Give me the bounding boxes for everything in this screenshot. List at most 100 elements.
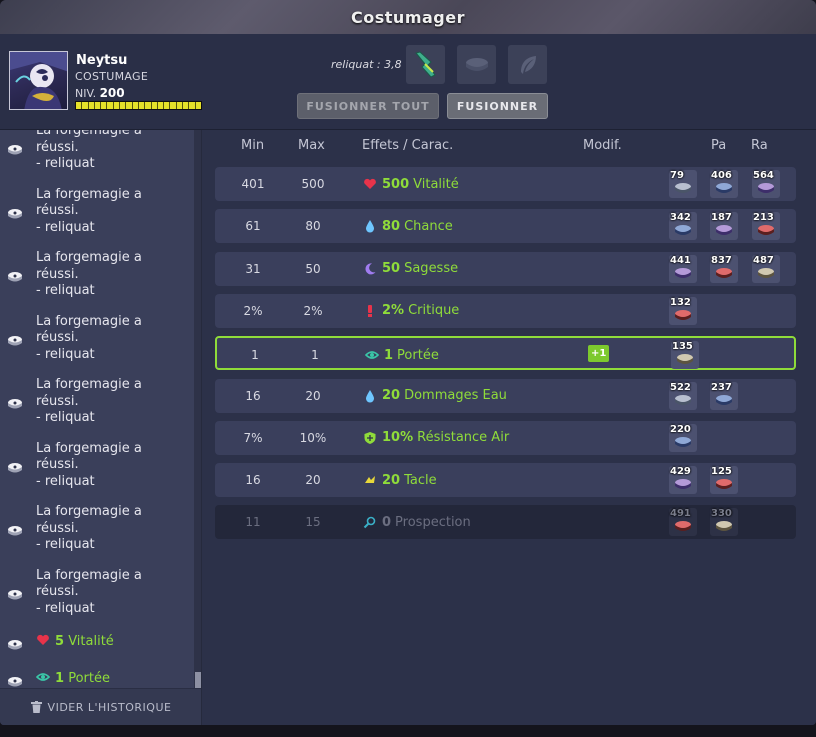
water-drop-icon bbox=[363, 219, 377, 233]
history-stat-text: 5 Vitalité bbox=[36, 633, 114, 651]
history-message: La forgemagie a réussi. - reliquat bbox=[36, 250, 142, 298]
history-message: La forgemagie a réussi. - reliquat bbox=[36, 186, 142, 235]
history-stat-name: Portée bbox=[68, 671, 110, 686]
table-row[interactable]: 61 80 80 Chance 342 187 213 bbox=[215, 209, 796, 244]
rune-count: 125 bbox=[711, 466, 732, 478]
potion-slot[interactable] bbox=[508, 45, 547, 84]
rune-count: 237 bbox=[711, 381, 732, 393]
rune-count: 429 bbox=[670, 466, 691, 478]
clear-history-button[interactable]: VIDER L'HISTORIQUE bbox=[0, 688, 201, 725]
rune-count: 135 bbox=[672, 341, 693, 353]
effect-name: Prospection bbox=[395, 514, 471, 530]
effect-value: 2% bbox=[382, 303, 405, 319]
rune-button[interactable]: 220 bbox=[669, 423, 697, 452]
table-row[interactable]: 7% 10% 10% Résistance Air 220 bbox=[215, 420, 796, 455]
table-row[interactable]: 1 1 1 Portée +1 135 bbox=[215, 336, 796, 371]
rune-icon bbox=[6, 459, 24, 472]
rune-button[interactable]: 132 bbox=[669, 296, 697, 325]
col-pa: Pa bbox=[711, 138, 727, 153]
character-name: Neytsu bbox=[76, 53, 128, 68]
rune-count: 491 bbox=[670, 508, 691, 520]
rune-button[interactable]: 187 bbox=[710, 212, 738, 241]
rune-icon bbox=[6, 141, 24, 155]
col-modif: Modif. bbox=[583, 138, 622, 153]
rune-button[interactable]: 487 bbox=[752, 254, 780, 283]
rune-icon bbox=[6, 205, 24, 218]
max-value: 10% bbox=[299, 430, 327, 445]
item-slot-weapon[interactable] bbox=[406, 45, 445, 84]
rune-button[interactable]: 837 bbox=[710, 254, 738, 283]
rune-count: 522 bbox=[670, 381, 691, 393]
history-item: La forgemagie a réussi. - reliquat bbox=[0, 245, 194, 309]
modif-badge: +1 bbox=[588, 345, 610, 363]
table-row[interactable]: 2% 2% 2% Critique 132 bbox=[215, 293, 796, 328]
heart-icon bbox=[36, 633, 50, 647]
rune-button[interactable]: 491 bbox=[669, 508, 697, 537]
history-item: La forgemagie a réussi. - reliquat bbox=[0, 182, 194, 246]
table-row[interactable]: 16 20 20 Dommages Eau 522 237 bbox=[215, 378, 796, 413]
character-level: NIV. 200 bbox=[75, 86, 125, 100]
rune-button[interactable]: 406 bbox=[710, 170, 738, 198]
effect-value: 500 bbox=[382, 176, 410, 192]
effect-value: 1 bbox=[384, 347, 394, 363]
effect-name: Portée bbox=[397, 347, 439, 363]
effect-name: Résistance Air bbox=[417, 430, 510, 446]
rune-button[interactable]: 79 bbox=[669, 170, 697, 198]
rune-count: 342 bbox=[670, 212, 691, 224]
max-value: 80 bbox=[305, 219, 321, 234]
effect-name: Sagesse bbox=[404, 261, 459, 277]
effect-value: 80 bbox=[382, 218, 401, 234]
merge-button[interactable]: FUSIONNER bbox=[447, 93, 548, 119]
rune-button[interactable]: 213 bbox=[752, 212, 780, 241]
rune-button[interactable]: 342 bbox=[669, 212, 697, 241]
effect-cell: 80 Chance bbox=[363, 209, 453, 243]
history-message: La forgemagie a réussi. - reliquat bbox=[36, 130, 142, 171]
scrollbar-thumb[interactable] bbox=[195, 672, 201, 688]
rune-icon bbox=[6, 586, 24, 599]
xp-progress-bar bbox=[75, 101, 202, 110]
history-item: La forgemagie a réussi. - reliquat bbox=[0, 130, 194, 182]
table-row[interactable]: 401 500 500 Vitalité 79 406 564 bbox=[215, 167, 796, 201]
rune-slot[interactable] bbox=[457, 45, 496, 84]
reliquat-label: reliquat : 3,8 bbox=[331, 58, 402, 71]
merge-all-button[interactable]: FUSIONNER TOUT bbox=[297, 93, 439, 119]
rune-icon bbox=[6, 636, 24, 650]
water-drop-icon bbox=[363, 389, 377, 403]
rune-count: 406 bbox=[711, 170, 732, 181]
table-row[interactable]: 31 50 50 Sagesse 441 837 487 bbox=[215, 251, 796, 286]
rune-button[interactable]: 135 bbox=[671, 341, 699, 370]
rune-icon bbox=[6, 395, 24, 409]
costume-item-icon bbox=[414, 50, 436, 78]
table-row[interactable]: 16 20 20 Tacle 429 125 bbox=[215, 463, 796, 498]
rune-button[interactable]: 564 bbox=[752, 170, 780, 198]
rune-button[interactable]: 429 bbox=[669, 466, 697, 495]
rune-icon bbox=[6, 522, 24, 536]
rune-button[interactable]: 522 bbox=[669, 381, 697, 410]
effect-name: Vitalité bbox=[413, 176, 459, 192]
shield-icon bbox=[363, 431, 377, 445]
rune-count: 79 bbox=[670, 170, 684, 181]
history-scrollbar[interactable] bbox=[194, 130, 201, 688]
effect-name: Chance bbox=[404, 218, 453, 234]
effect-cell: 20 Dommages Eau bbox=[363, 379, 507, 413]
title-bar[interactable]: Costumager bbox=[0, 0, 816, 34]
history-item: La forgemagie a réussi. - reliquat bbox=[0, 309, 194, 373]
effect-cell: 10% Résistance Air bbox=[363, 421, 509, 455]
rune-button[interactable]: 441 bbox=[669, 254, 697, 283]
table-row[interactable]: 11 15 0 Prospection 491 330 bbox=[215, 505, 796, 540]
col-ra: Ra bbox=[751, 138, 768, 153]
rune-count: 441 bbox=[670, 254, 691, 266]
max-value: 500 bbox=[301, 177, 325, 191]
trash-icon bbox=[30, 701, 42, 713]
rune-count: 330 bbox=[711, 508, 732, 520]
rune-button[interactable]: 237 bbox=[710, 381, 738, 410]
max-value: 15 bbox=[305, 515, 321, 530]
history-message: La forgemagie a réussi. - reliquat bbox=[36, 377, 142, 425]
history-message: La forgemagie a réussi. - reliquat bbox=[36, 504, 142, 552]
rune-button[interactable]: 330 bbox=[710, 508, 738, 537]
rune-button[interactable]: 125 bbox=[710, 466, 738, 495]
history-item: 5 Vitalité bbox=[0, 626, 194, 663]
tackle-icon bbox=[363, 473, 377, 487]
max-value: 1 bbox=[311, 348, 319, 363]
effect-cell: 20 Tacle bbox=[363, 463, 437, 497]
